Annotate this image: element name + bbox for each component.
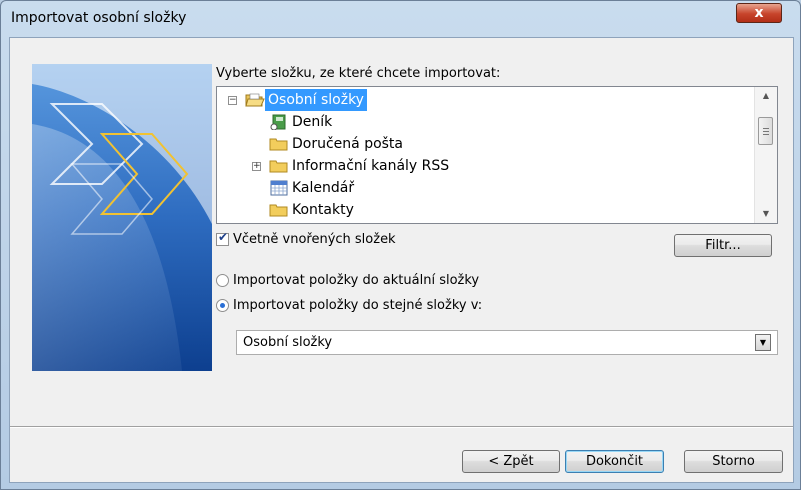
chevron-down-icon[interactable]: ▼ (755, 334, 771, 351)
tree-item-rss-feeds[interactable]: + Informační kanály RSS (217, 155, 757, 177)
open-folder-icon (245, 93, 265, 107)
scroll-up-icon[interactable]: ▲ (755, 88, 777, 104)
title-bar[interactable]: Importovat osobní složky x (1, 1, 801, 37)
scroll-down-icon[interactable]: ▼ (755, 206, 777, 222)
include-subfolders-label: Včetně vnořených složek (233, 232, 396, 247)
tree-item-personal-folders[interactable]: − Osobní složky (217, 89, 757, 111)
tree-item-label: Doručená pošta (292, 136, 404, 152)
tree-item-label: Kontakty (292, 202, 354, 218)
journal-icon (270, 114, 286, 130)
back-button[interactable]: < Zpět (462, 450, 560, 473)
folder-select-prompt: Vyberte složku, ze které chcete importov… (216, 66, 501, 81)
tree-item-contacts[interactable]: Kontakty (217, 199, 757, 221)
tree-item-label: Osobní složky (265, 89, 367, 111)
footer-separator (10, 426, 793, 428)
folder-icon (269, 138, 288, 151)
folder-icon (269, 204, 288, 217)
wizard-banner-image (32, 64, 212, 371)
radio-label: Importovat položky do aktuální složky (233, 273, 480, 288)
radio-label: Importovat položky do stejné složky v: (233, 298, 483, 313)
calendar-icon (270, 180, 288, 196)
radio-button[interactable] (216, 274, 229, 287)
target-folder-dropdown[interactable]: Osobní složky ▼ (236, 330, 778, 355)
window-title: Importovat osobní složky (11, 10, 187, 26)
scrollbar-thumb[interactable] (758, 117, 773, 145)
tree-item-inbox[interactable]: Doručená pošta (217, 133, 757, 155)
cancel-button[interactable]: Storno (684, 450, 783, 473)
checkmark-icon: ✔ (218, 230, 229, 244)
filter-button[interactable]: Filtr... (674, 234, 772, 257)
tree-item-label: Deník (292, 114, 333, 130)
tree-vertical-scrollbar[interactable]: ▲ ▼ (754, 87, 777, 223)
tree-item-journal[interactable]: Deník (217, 111, 757, 133)
tree-item-label: Informační kanály RSS (292, 158, 450, 174)
tree-item-label: Kalendář (292, 180, 355, 196)
import-dialog-window: Importovat osobní složky x Vyberte složk… (0, 0, 801, 490)
dialog-content: Vyberte složku, ze které chcete importov… (9, 37, 794, 483)
checkbox-box[interactable]: ✔ (216, 230, 229, 246)
folder-tree[interactable]: − Osobní složky Deník Doručená pošta + I… (216, 86, 778, 224)
expand-icon[interactable]: + (252, 162, 261, 171)
finish-button[interactable]: Dokončit (565, 450, 664, 473)
radio-selected-dot (220, 303, 225, 308)
folder-icon (269, 160, 288, 173)
tree-item-calendar[interactable]: Kalendář (217, 177, 757, 199)
close-icon: x (754, 5, 764, 21)
collapse-icon[interactable]: − (228, 96, 237, 105)
radio-button[interactable] (216, 299, 229, 312)
target-folder-value: Osobní složky (243, 335, 333, 350)
close-button[interactable]: x (736, 3, 782, 23)
